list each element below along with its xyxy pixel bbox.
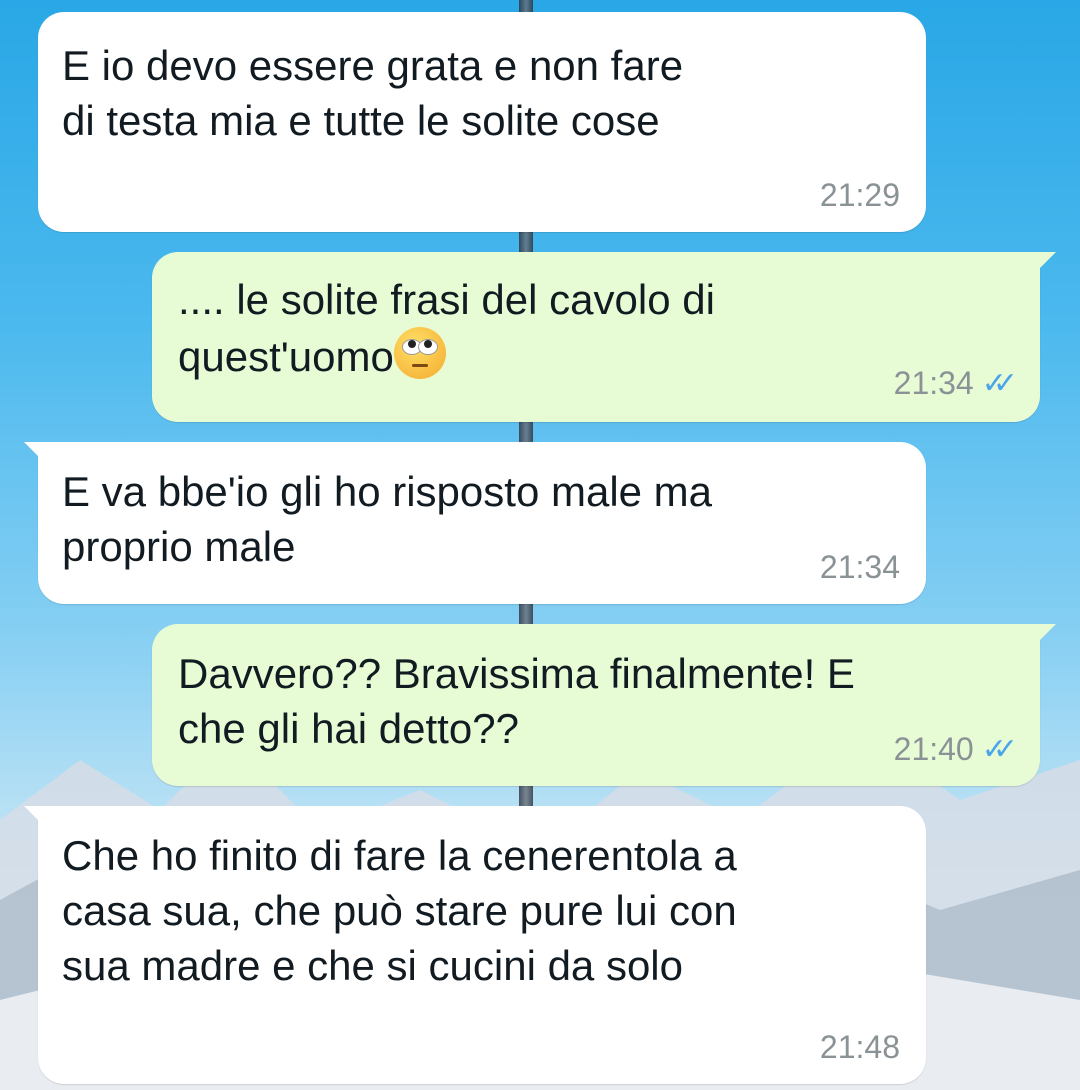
- message-time: 21:34: [893, 365, 974, 401]
- incoming-message-bubble[interactable]: E va bbe'io gli ho risposto male ma prop…: [24, 442, 926, 604]
- bubble-tail: [1034, 252, 1056, 274]
- message-time: 21:48: [819, 1029, 900, 1065]
- message-text: Davvero?? Bravissima finalmente! E che g…: [178, 650, 855, 752]
- bubble-tail: [1034, 624, 1056, 646]
- message-text: E io devo essere grata e non fare di tes…: [62, 42, 684, 144]
- message-meta: 21:34 ✓✓: [893, 365, 1019, 402]
- incoming-message-bubble[interactable]: Che ho finito di fare la cenerentola a c…: [24, 806, 926, 1084]
- message-meta: 21:40 ✓✓: [893, 731, 1019, 768]
- incoming-message-bubble[interactable]: E io devo essere grata e non fare di tes…: [38, 12, 926, 232]
- message-meta: 21:34: [820, 549, 900, 586]
- outgoing-message-bubble[interactable]: .... le solite frasi del cavolo di quest…: [152, 252, 1056, 422]
- face-with-rolling-eyes-icon: [393, 327, 446, 379]
- message-text: Che ho finito di fare la cenerentola a c…: [62, 832, 737, 989]
- message-meta: 21:48: [820, 1029, 900, 1066]
- read-receipt-double-check-icon: ✓✓: [981, 733, 1018, 766]
- message-meta: 21:29: [820, 177, 900, 214]
- message-time: 21:29: [819, 177, 900, 213]
- message-text: E va bbe'io gli ho risposto male ma prop…: [62, 468, 713, 570]
- message-time: 21:40: [893, 731, 974, 767]
- message-text-content: .... le solite frasi del cavolo di quest…: [178, 276, 715, 380]
- outgoing-message-bubble[interactable]: Davvero?? Bravissima finalmente! E che g…: [152, 624, 1056, 786]
- read-receipt-double-check-icon: ✓✓: [981, 367, 1018, 400]
- bubble-tail: [24, 442, 46, 464]
- message-text: .... le solite frasi del cavolo di quest…: [178, 272, 715, 384]
- chat-message-list: E io devo essere grata e non fare di tes…: [0, 0, 1080, 1090]
- message-time: 21:34: [819, 549, 900, 585]
- bubble-tail: [24, 806, 46, 828]
